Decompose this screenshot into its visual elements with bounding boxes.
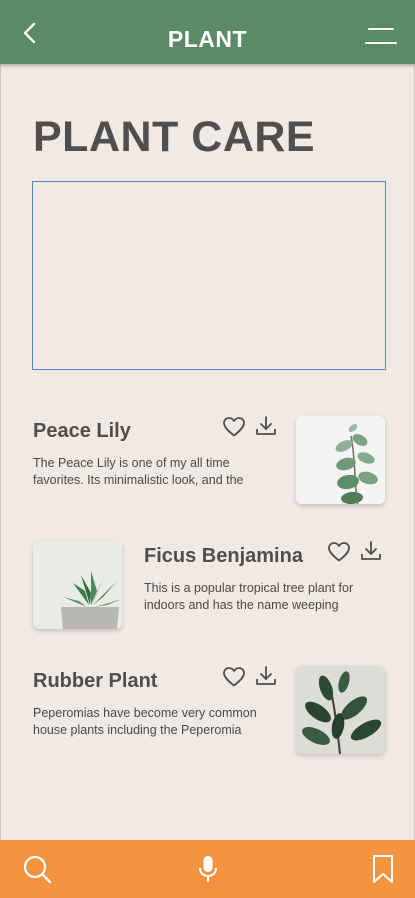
bookmark-button[interactable] [368,854,398,884]
plant-card[interactable]: Peace Lily The Peace Lily is one of my a… [0,410,415,510]
bottom-navigation-bar [0,840,415,898]
page-title: PLANT CARE [33,113,316,161]
download-icon [256,666,276,685]
microphone-icon [199,856,217,882]
plant-description-line: indoors and has the name weeping [144,598,339,612]
heart-icon [328,542,350,562]
plant-name: Ficus Benjamina [144,545,303,567]
rubber-plant-image [296,666,385,754]
plant-name: Peace Lily [33,420,131,442]
plant-description-line: favorites. Its minimalistic look, and th… [33,473,244,487]
heart-icon [223,667,245,687]
plant-card[interactable]: Ficus Benjamina This is a popular tropic… [0,535,415,635]
plant-description-line: This is a popular tropical tree plant fo… [144,581,354,595]
menu-button[interactable] [365,26,397,48]
menu-icon [365,28,397,44]
voice-search-button[interactable] [193,854,223,884]
succulent-pot-image [33,541,122,629]
plant-description-line: Peperomias have become very common [33,706,257,720]
plant-description-line: The Peace Lily is one of my all time [33,456,230,470]
download-button[interactable] [254,664,278,688]
plant-description: This is a popular tropical tree plant fo… [144,580,384,614]
favorite-button[interactable] [222,665,246,689]
favorite-button[interactable] [222,415,246,439]
plant-description: The Peace Lily is one of my all time fav… [33,455,273,489]
plant-name: Rubber Plant [33,670,158,692]
heart-icon [223,417,245,437]
plant-description: Peperomias have become very common house… [33,705,273,739]
download-icon [361,541,381,560]
app-title: PLANT [167,26,248,52]
top-app-bar: PLANT [0,0,415,64]
eucalyptus-sprig-image [296,416,385,504]
search-icon [23,855,52,884]
plant-card[interactable]: Rubber Plant Peperomias have become very… [0,660,415,760]
bookmark-icon [373,855,393,883]
plant-description-line: house plants including the Peperomia [33,723,242,737]
download-button[interactable] [254,414,278,438]
hero-image-placeholder [32,181,386,370]
search-button[interactable] [22,854,52,884]
favorite-button[interactable] [327,540,351,564]
download-icon [256,416,276,435]
download-button[interactable] [359,539,383,563]
